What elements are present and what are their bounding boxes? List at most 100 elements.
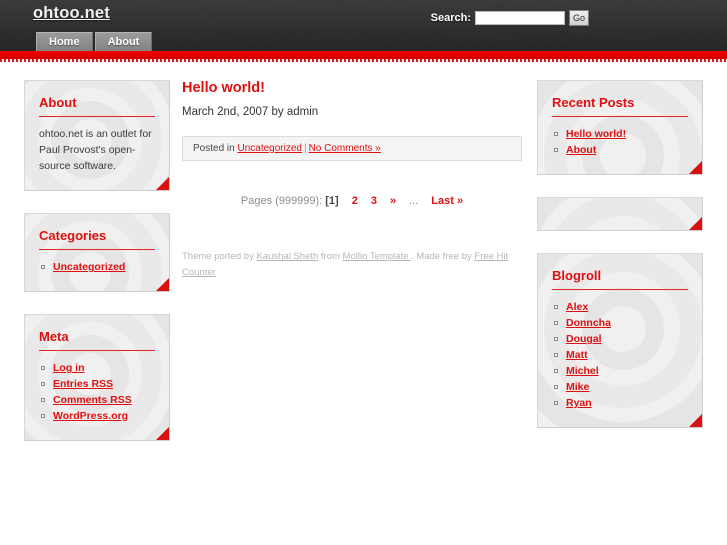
primary-navigation: Home About — [36, 32, 154, 51]
list-item: Donncha — [554, 315, 688, 331]
pagination-page-3[interactable]: 3 — [371, 195, 377, 207]
bullet-square-icon — [41, 265, 45, 269]
blogroll-link-dougal[interactable]: Dougal — [566, 333, 602, 345]
recent-post-link-hello-world[interactable]: Hello world! — [566, 128, 626, 140]
ring-watermark-icon — [538, 198, 702, 230]
recent-post-link-about[interactable]: About — [566, 144, 596, 156]
corner-fold-icon — [689, 217, 702, 230]
blogroll-link-ryan[interactable]: Ryan — [566, 397, 592, 409]
bullet-square-icon — [554, 353, 558, 357]
blogroll-link-mike[interactable]: Mike — [566, 381, 589, 393]
widget-recent-posts: Recent Posts Hello world! About — [537, 80, 703, 175]
corner-fold-icon — [689, 414, 702, 427]
widget-divider — [39, 350, 155, 351]
search-form: Search: Go — [431, 10, 589, 26]
pagination-page-2[interactable]: 2 — [352, 195, 358, 207]
bullet-square-icon — [41, 398, 45, 402]
corner-fold-icon — [156, 177, 169, 190]
site-title-link[interactable]: ohtoo.net — [33, 4, 110, 23]
blogroll-link-michel[interactable]: Michel — [566, 365, 599, 377]
list-item: About — [554, 142, 688, 158]
about-text: ohtoo.net is an outlet for Paul Provost'… — [39, 128, 152, 172]
credits-text-3: . Made free by — [411, 251, 475, 262]
main-content: Hello world! March 2nd, 2007 by admin Po… — [182, 80, 522, 281]
nav-tab-home[interactable]: Home — [36, 32, 93, 51]
search-submit-button[interactable]: Go — [568, 10, 589, 26]
widget-empty — [537, 197, 703, 231]
bullet-square-icon — [41, 366, 45, 370]
bullet-square-icon — [554, 385, 558, 389]
widget-meta: Meta Log in Entries RSS Comments RSS Wor… — [24, 314, 170, 441]
widget-title: About — [39, 95, 77, 110]
corner-fold-icon — [689, 161, 702, 174]
red-accent-bar — [0, 51, 727, 59]
list-item: Michel — [554, 363, 688, 379]
site-header: ohtoo.net Search: Go Home About — [0, 0, 727, 51]
corner-fold-icon — [156, 278, 169, 291]
widget-about: About ohtoo.net is an outlet for Paul Pr… — [24, 80, 170, 191]
bullet-square-icon — [554, 305, 558, 309]
pagination-next[interactable]: » — [390, 195, 396, 207]
blogroll-link-matt[interactable]: Matt — [566, 349, 588, 361]
meta-list: Log in Entries RSS Comments RSS WordPres… — [39, 360, 155, 424]
list-item: WordPress.org — [41, 408, 155, 424]
separator: | — [303, 143, 307, 154]
category-list: Uncategorized — [39, 259, 155, 275]
credits-text-1: Theme ported by — [182, 251, 257, 262]
widget-title: Categories — [39, 228, 107, 243]
widget-divider — [552, 116, 688, 117]
pagination-label: Pages (999999): — [240, 195, 323, 207]
meta-link-entries-rss[interactable]: Entries RSS — [53, 378, 113, 390]
sidebar-left: About ohtoo.net is an outlet for Paul Pr… — [24, 80, 170, 463]
corner-fold-icon — [156, 427, 169, 440]
post-footer-box: Posted in Uncategorized | No Comments » — [182, 136, 522, 161]
post-comments-link[interactable]: No Comments » — [309, 143, 381, 154]
list-item: Ryan — [554, 395, 688, 411]
bullet-square-icon — [554, 132, 558, 136]
widget-title: Recent Posts — [552, 95, 635, 110]
sidebar-right: Recent Posts Hello world! About Blogroll… — [537, 80, 703, 450]
search-input[interactable] — [474, 11, 565, 25]
meta-link-login[interactable]: Log in — [53, 362, 85, 374]
widget-divider — [39, 116, 155, 117]
widget-blogroll: Blogroll Alex Donncha Dougal Matt Michel… — [537, 253, 703, 428]
list-item: Matt — [554, 347, 688, 363]
blogroll-link-alex[interactable]: Alex — [566, 301, 588, 313]
bullet-square-icon — [554, 148, 558, 152]
pagination-current-page: [1] — [325, 195, 339, 207]
theme-credits: Theme ported by Kaushal Sheth from Molli… — [182, 249, 514, 281]
widget-divider — [552, 289, 688, 290]
search-label: Search: — [430, 12, 471, 24]
list-item: Mike — [554, 379, 688, 395]
post-category-link[interactable]: Uncategorized — [237, 143, 301, 154]
pagination-ellipsis: ... — [409, 195, 419, 207]
widget-categories: Categories Uncategorized — [24, 213, 170, 292]
pagination-last[interactable]: Last » — [431, 195, 463, 207]
list-item: Dougal — [554, 331, 688, 347]
bullet-square-icon — [554, 321, 558, 325]
list-item: Uncategorized — [41, 259, 155, 275]
widget-title: Meta — [39, 329, 69, 344]
bullet-square-icon — [41, 382, 45, 386]
list-item: Alex — [554, 299, 688, 315]
category-link-uncategorized[interactable]: Uncategorized — [53, 261, 125, 273]
meta-link-comments-rss[interactable]: Comments RSS — [53, 394, 132, 406]
list-item: Log in — [41, 360, 155, 376]
widget-divider — [39, 249, 155, 250]
credits-link-author[interactable]: Kaushal Sheth — [256, 251, 318, 262]
list-item: Comments RSS — [41, 392, 155, 408]
page-body: About ohtoo.net is an outlet for Paul Pr… — [0, 62, 727, 545]
meta-link-wordpress-org[interactable]: WordPress.org — [53, 410, 128, 422]
bullet-square-icon — [554, 401, 558, 405]
blogroll-list: Alex Donncha Dougal Matt Michel Mike Rya… — [552, 299, 688, 411]
bullet-square-icon — [41, 414, 45, 418]
nav-tab-about[interactable]: About — [94, 32, 153, 51]
list-item: Entries RSS — [41, 376, 155, 392]
blogroll-link-donncha[interactable]: Donncha — [566, 317, 611, 329]
post-meta: March 2nd, 2007 by admin — [182, 106, 319, 118]
list-item: Hello world! — [554, 126, 688, 142]
widget-title: Blogroll — [552, 268, 602, 283]
credits-link-template[interactable]: Mollio Template — [343, 251, 411, 262]
bullet-square-icon — [554, 337, 558, 341]
post-title: Hello world! — [182, 80, 265, 96]
